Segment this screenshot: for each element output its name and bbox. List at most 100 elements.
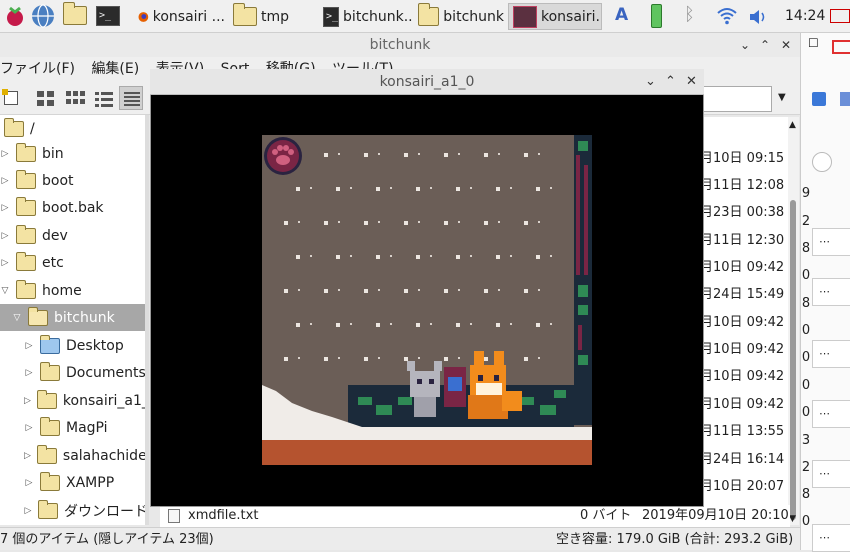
menu-edit[interactable]: 編集(E) <box>91 61 139 77</box>
more-card[interactable]: ⋯ <box>812 460 850 488</box>
keyboard-layout-indicator[interactable]: A <box>615 5 628 25</box>
star <box>404 153 408 157</box>
file-date[interactable]: 月10日 09:42 <box>700 336 788 363</box>
close-button[interactable]: ✕ <box>781 38 791 52</box>
file-date[interactable]: 月11日 12:08 <box>700 172 788 199</box>
file-date[interactable]: 月10日 09:42 <box>700 254 788 281</box>
restore-icon[interactable]: ☐ <box>808 36 819 50</box>
raspberry-menu-icon[interactable] <box>2 3 28 29</box>
close-icon[interactable] <box>832 40 850 54</box>
tree-item-documents[interactable]: ▷ Documents <box>0 359 147 386</box>
expand-icon[interactable]: ▷ <box>24 368 34 378</box>
file-date[interactable]: 月10日 09:42 <box>700 391 788 418</box>
maximize-button[interactable]: ⌃ <box>760 38 770 52</box>
task-konsairi-game[interactable]: konsairi... <box>508 3 602 30</box>
compact-view-button[interactable] <box>91 86 115 110</box>
collapse-icon[interactable]: ▽ <box>12 313 22 323</box>
file-row-xmdfile[interactable]: xmdfile.txt 0 バイト 2019年09月10日 20:10 <box>160 505 790 527</box>
more-card[interactable]: ⋯ <box>812 340 850 368</box>
menu-file[interactable]: ファイル(F) <box>0 61 75 77</box>
star <box>484 221 488 225</box>
task-tmp[interactable]: tmp <box>229 3 319 30</box>
tree-item-root[interactable]: / <box>0 115 147 142</box>
task-bitchunk-terminal[interactable]: >_ bitchunk... <box>319 3 414 30</box>
expand-icon[interactable]: ▷ <box>24 396 31 406</box>
tree-item-dev[interactable]: ▷ dev <box>0 222 147 249</box>
expand-icon[interactable]: ▷ <box>24 451 31 461</box>
bluetooth-icon[interactable]: ᛒ <box>684 4 695 25</box>
screen-indicator-icon[interactable] <box>830 9 850 23</box>
collapse-icon[interactable]: ▽ <box>0 286 10 296</box>
tree-scrollbar[interactable] <box>145 115 149 525</box>
row-digit: 8 <box>801 296 811 311</box>
scroll-up-icon[interactable]: ▲ <box>789 120 796 130</box>
icon-view-button[interactable] <box>33 86 57 110</box>
file-date[interactable]: 月10日 09:42 <box>700 309 788 336</box>
expand-icon[interactable]: ▷ <box>0 149 10 159</box>
expand-icon[interactable]: ▷ <box>0 176 10 186</box>
thumbnail-view-button[interactable] <box>62 86 86 110</box>
task-konsairi-browser[interactable]: konsairi ... <box>134 3 229 30</box>
game-minimize-button[interactable]: ⌄ <box>645 74 656 89</box>
file-date[interactable]: 月11日 12:30 <box>700 227 788 254</box>
row-digit: 0 <box>801 268 811 283</box>
new-tab-button[interactable] <box>0 86 24 110</box>
tree-item-label: home <box>42 282 82 299</box>
more-card[interactable]: ⋯ <box>812 228 850 256</box>
avatar[interactable] <box>812 152 832 172</box>
game-maximize-button[interactable]: ⌃ <box>665 74 676 89</box>
app-icon[interactable] <box>840 92 850 106</box>
tree-item-konsairi[interactable]: ▷ konsairi_a1_0 <box>0 387 147 414</box>
task-bitchunk-folder[interactable]: bitchunk <box>414 3 508 30</box>
tree-item-xampp[interactable]: ▷ XAMPP <box>0 469 147 496</box>
tree-item-etc[interactable]: ▷ etc <box>0 249 147 276</box>
battery-icon[interactable] <box>651 4 662 28</box>
file-date[interactable]: 月23日 00:38 <box>700 199 788 226</box>
file-date[interactable]: 月10日 09:42 <box>700 363 788 390</box>
scroll-down-icon[interactable]: ▼ <box>789 514 796 524</box>
minimize-button[interactable]: ⌄ <box>740 38 750 52</box>
more-card[interactable]: ⋯ <box>812 524 850 552</box>
file-date[interactable]: 月10日 20:07 <box>700 473 788 500</box>
tree-item-bitchunk[interactable]: ▽ bitchunk <box>0 304 147 331</box>
file-date[interactable]: 月10日 09:15 <box>700 145 788 172</box>
path-dropdown-icon[interactable]: ▼ <box>778 92 786 103</box>
tree-item-boot-bak[interactable]: ▷ boot.bak <box>0 194 147 221</box>
tree-item-bin[interactable]: ▷ bin <box>0 140 147 167</box>
expand-icon[interactable]: ▷ <box>0 231 10 241</box>
more-card[interactable]: ⋯ <box>812 278 850 306</box>
expand-icon[interactable]: ▷ <box>0 203 10 213</box>
clock[interactable]: 14:24 <box>785 8 825 24</box>
tree-item-magpi[interactable]: ▷ MagPi <box>0 414 147 441</box>
expand-icon[interactable]: ▷ <box>0 258 10 268</box>
more-card[interactable]: ⋯ <box>812 400 850 428</box>
globe-icon[interactable] <box>30 3 56 29</box>
terminal-launcher-icon[interactable]: >_ <box>96 6 122 32</box>
tree-item-salahachiden[interactable]: ▷ salahachiden <box>0 442 147 469</box>
file-manager-launcher-icon[interactable] <box>63 2 89 32</box>
expand-icon[interactable]: ▷ <box>24 341 34 351</box>
game-screen[interactable] <box>262 135 592 465</box>
expand-icon[interactable]: ▷ <box>24 478 34 488</box>
file-manager-titlebar[interactable]: bitchunk <box>0 33 800 57</box>
file-date[interactable]: 月24日 16:14 <box>700 446 788 473</box>
expand-icon[interactable]: ▷ <box>24 423 34 433</box>
tree-item-downloads[interactable]: ▷ ダウンロード <box>0 497 147 524</box>
wifi-icon[interactable] <box>716 6 738 26</box>
file-date[interactable]: 月24日 15:49 <box>700 281 788 308</box>
volume-icon[interactable] <box>748 8 770 26</box>
expand-icon[interactable]: ▷ <box>24 506 32 516</box>
folder-icon <box>16 169 36 189</box>
file-date[interactable]: 月11日 13:55 <box>700 418 788 445</box>
tree-item-desktop[interactable]: ▷ Desktop <box>0 332 147 359</box>
tree-item-boot[interactable]: ▷ boot <box>0 167 147 194</box>
list-view-button[interactable] <box>119 86 143 110</box>
tree-item-home[interactable]: ▽ home <box>0 277 147 304</box>
app-icon[interactable] <box>812 92 826 106</box>
game-window-titlebar[interactable]: konsairi_a1_0 <box>150 69 704 95</box>
game-close-button[interactable]: ✕ <box>686 74 697 89</box>
tree-item-label: MagPi <box>66 419 108 436</box>
scrollbar-thumb[interactable] <box>790 200 796 520</box>
star <box>416 255 420 259</box>
path-input[interactable] <box>700 86 772 112</box>
